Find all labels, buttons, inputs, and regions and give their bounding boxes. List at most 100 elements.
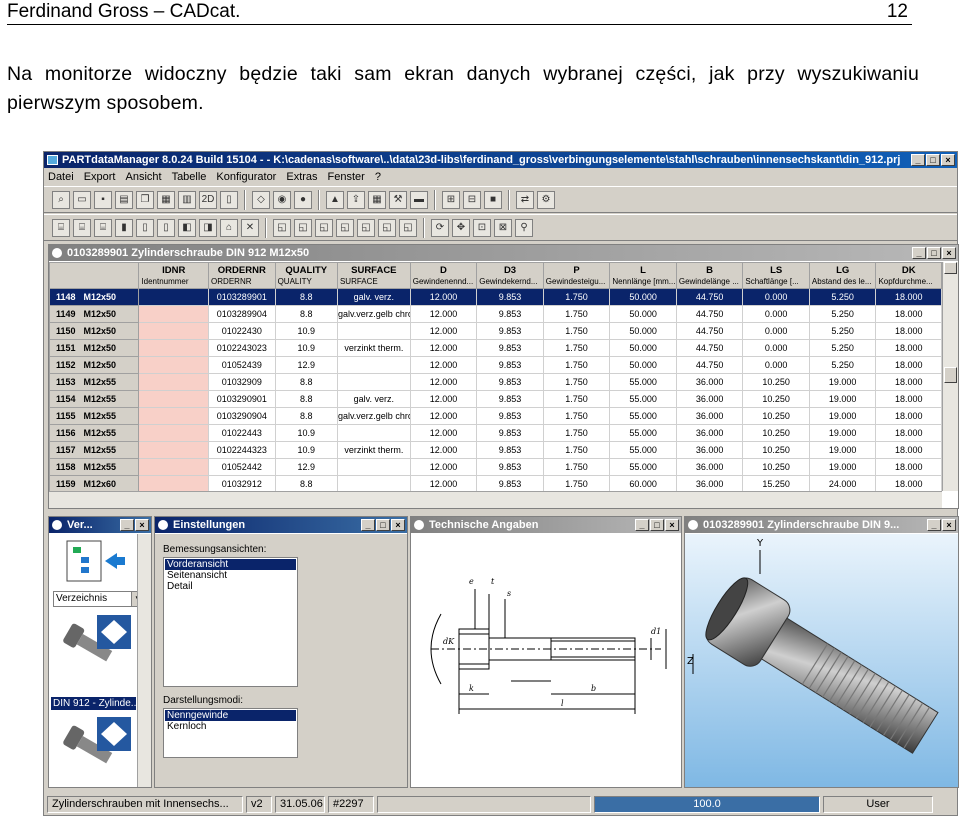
table-cell[interactable]: galv. verz. [336,390,411,408]
table-cell[interactable]: 1.750 [542,475,611,493]
table-cell[interactable]: 1.750 [542,288,611,306]
table-cell[interactable]: 5.250 [808,339,877,357]
table-cell[interactable]: 18.000 [875,305,942,323]
table-cell[interactable]: 1.750 [542,373,611,391]
row-header[interactable]: 1150 M12x50 [48,322,140,340]
table-cell[interactable]: 1.750 [542,305,611,323]
table-cell[interactable]: 44.750 [675,305,744,323]
close-button[interactable]: × [941,154,955,166]
mode-option-nominal-thread[interactable]: Nenngewinde [165,710,296,721]
table-cell[interactable]: 44.750 [675,356,744,374]
table-cell[interactable]: 10.9 [274,424,338,442]
table-cell[interactable]: 0103289901 [208,288,276,306]
table-cell[interactable]: galv.verz.gelb chrom [336,305,411,323]
mode-option-core-hole[interactable]: Kernloch [165,721,296,732]
table-cell[interactable] [138,288,210,306]
table-cell[interactable] [336,475,411,493]
table-cell[interactable]: 9.853 [476,373,544,391]
selected-part-label[interactable]: DIN 912 - Zylinde... [51,697,136,710]
menu-extras[interactable]: Extras [286,169,317,186]
column-header-rownum[interactable] [48,262,140,289]
table-cell[interactable]: 10.250 [742,458,810,476]
table-cell[interactable]: 0103290901 [208,390,276,408]
color-icon[interactable]: ◧ [178,218,196,237]
close-button[interactable]: × [942,247,956,259]
table-cell[interactable]: 1.750 [542,339,611,357]
view-option-detail[interactable]: Detail [165,581,296,592]
tree-icon[interactable]: ⊟ [463,190,481,209]
table-cell[interactable] [336,356,411,374]
machine-icon[interactable]: ▲ [326,190,344,209]
table-cell[interactable]: 0102244323 [208,441,276,459]
table-cell[interactable]: 9.853 [476,339,544,357]
table-cell[interactable] [138,390,210,408]
table-row[interactable]: 1156 M12x55 01022443 10.9 12.000 9.853 1.750 55… [48,424,942,442]
table-cell[interactable]: 18.000 [875,475,942,493]
menu-ansicht[interactable]: Ansicht [125,169,161,186]
view-right-icon[interactable]: ◱ [336,218,354,237]
table-cell[interactable]: 9.853 [476,288,544,306]
table-row[interactable]: 1148 M12x50 0103289901 8.8 galv. verz. 12.000… [48,288,942,306]
table-cell[interactable]: 12.000 [409,390,478,408]
table-cell[interactable]: 44.750 [675,322,744,340]
table-icon[interactable]: ▦ [368,190,386,209]
view-iso-icon[interactable]: ◱ [399,218,417,237]
table-cell[interactable]: 18.000 [875,390,942,408]
link-icon[interactable]: ⊞ [442,190,460,209]
table-cell[interactable]: 12.000 [409,288,478,306]
copy-icon[interactable]: ❐ [136,190,154,209]
hat-icon[interactable]: ⌂ [220,218,238,237]
table-cell[interactable]: 55.000 [609,390,677,408]
table-row[interactable]: 1158 M12x55 01052442 12.9 12.000 9.853 1.750 55… [48,458,942,476]
pan-icon[interactable]: ✥ [452,218,470,237]
table-row[interactable]: 1159 M12x60 01032912 8.8 12.000 9.853 1.750 60.… [48,475,942,493]
table-cell[interactable]: 18.000 [875,288,942,306]
settings-pane-title-bar[interactable]: Einstellungen _ □ × [155,517,407,533]
table-cell[interactable]: 55.000 [609,407,677,425]
cylinder-icon-3[interactable]: ⌸ [94,218,112,237]
table-cell[interactable]: 18.000 [875,424,942,442]
table-cell[interactable]: 12.000 [409,373,478,391]
table-cell[interactable]: 10.250 [742,373,810,391]
table-cell[interactable] [138,407,210,425]
table-cell[interactable]: 19.000 [808,458,877,476]
row-header[interactable]: 1156 M12x55 [48,424,140,442]
table-cell[interactable]: 50.000 [609,339,677,357]
table-cell[interactable] [138,322,210,340]
table-cell[interactable]: 0103289904 [208,305,276,323]
measure-icon[interactable]: ▬ [410,190,428,209]
table-cell[interactable]: 55.000 [609,424,677,442]
table-cell[interactable]: 5.250 [808,356,877,374]
view-back-icon[interactable]: ◱ [294,218,312,237]
row-header[interactable]: 1155 M12x55 [48,407,140,425]
table-cell[interactable]: 18.000 [875,441,942,459]
table-cell[interactable]: 10.250 [742,441,810,459]
table-cell[interactable]: 18.000 [875,407,942,425]
table-cell[interactable]: 9.853 [476,322,544,340]
table-cell[interactable]: 8.8 [274,475,338,493]
maximize-button[interactable]: □ [376,519,390,531]
table-cell[interactable]: 18.000 [875,373,942,391]
table-cell[interactable]: 8.8 [274,390,338,408]
menu-fenster[interactable]: Fenster [328,169,365,186]
tree-arrow-icon[interactable] [65,539,127,583]
table-cell[interactable]: 18.000 [875,356,942,374]
cube-icon[interactable]: ◇ [252,190,270,209]
table-cell[interactable]: 12.9 [274,458,338,476]
table-cell[interactable]: 12.000 [409,475,478,493]
close-button[interactable]: × [942,519,956,531]
view-option-side[interactable]: Seitenansicht [165,570,296,581]
cylinder-icon-2[interactable]: ⌸ [73,218,91,237]
scroll-up-button[interactable] [944,262,957,274]
technical-pane-title-bar[interactable]: Technische Angaben _ □ × [411,517,681,533]
table-cell[interactable] [138,458,210,476]
table-cell[interactable] [336,458,411,476]
search-icon[interactable]: ⌕ [52,190,70,209]
table-cell[interactable]: verzinkt therm. [336,339,411,357]
table-cell[interactable]: 0.000 [742,339,810,357]
table-cell[interactable]: 12.000 [409,356,478,374]
table-cell[interactable]: 36.000 [675,407,744,425]
table-cell[interactable]: 12.000 [409,339,478,357]
column-header-surface[interactable]: SURFACE SURFACE [336,262,411,289]
menu-help[interactable]: ? [375,169,381,186]
